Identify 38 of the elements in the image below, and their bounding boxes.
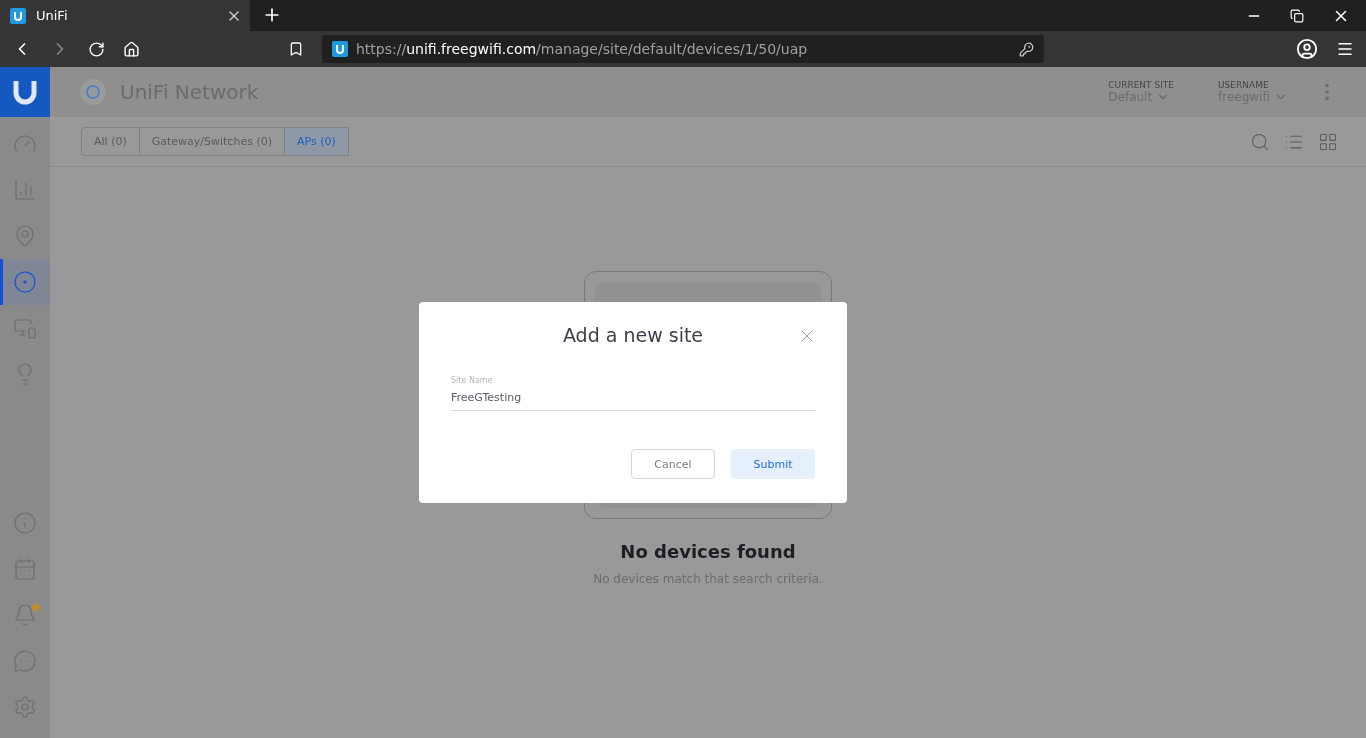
settings-icon: [13, 695, 37, 719]
browser-tab[interactable]: UniFi: [0, 0, 250, 31]
cancel-button[interactable]: Cancel: [631, 449, 715, 479]
reload-icon[interactable]: [88, 40, 105, 58]
home-icon[interactable]: [123, 40, 140, 58]
filter-tab[interactable]: Gateway/Switches (0): [138, 127, 285, 156]
restore-icon[interactable]: [1290, 8, 1304, 23]
bar-chart-icon: [13, 178, 37, 202]
target-icon: [13, 270, 37, 294]
info-icon: [13, 511, 37, 535]
search-icon[interactable]: [1250, 131, 1270, 152]
unifi-logo-icon[interactable]: [0, 67, 50, 117]
key-icon[interactable]: [1019, 41, 1034, 57]
status-orb-icon: [80, 79, 106, 105]
empty-state-title: No devices found: [620, 541, 796, 562]
submit-button[interactable]: Submit: [731, 449, 815, 479]
field-label: Site Name: [451, 376, 494, 385]
devices-nav-button[interactable]: [0, 259, 50, 305]
address-bar[interactable]: https://unifi.freegwifi.com/manage/site/default/devices/1/50/uap: [322, 35, 1044, 63]
map-pin-icon: [13, 224, 37, 248]
chat-icon: [13, 649, 37, 673]
unifi-logo-icon: [10, 7, 26, 24]
current-site-label: CURRENT SITE: [1108, 80, 1174, 90]
devices-icon: [13, 316, 37, 340]
filter-tab[interactable]: All (0): [81, 127, 140, 156]
notification-dot: [32, 604, 39, 611]
bookmark-icon[interactable]: [288, 41, 304, 57]
grid-view-icon[interactable]: [1318, 131, 1338, 152]
menu-icon[interactable]: [1336, 40, 1354, 58]
bell-icon: [13, 603, 37, 627]
username-label: USERNAME: [1218, 80, 1270, 90]
dialog-title: Add a new site: [562, 324, 704, 346]
site-name-input[interactable]: FreeGTesting: [451, 391, 815, 411]
unifi-logo-icon: [332, 41, 348, 57]
profile-icon[interactable]: [1296, 38, 1318, 60]
calendar-icon: [13, 557, 37, 581]
tab-title: UniFi: [36, 8, 69, 23]
url-text: https://unifi.freegwifi.com/manage/site/default/devices/1/50/uap: [356, 41, 809, 57]
